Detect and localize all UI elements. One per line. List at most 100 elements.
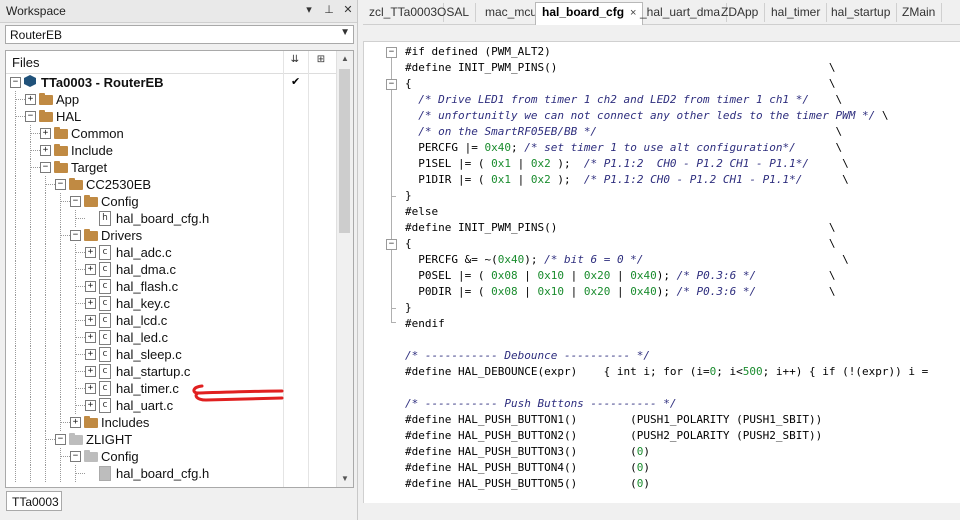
tree-item-label: hal_timer.c (116, 381, 179, 396)
tree-connector (60, 456, 70, 457)
collapse-icon[interactable]: − (70, 196, 81, 207)
tab-zdapp[interactable]: ZDApp (715, 3, 766, 22)
tab-hal-startup[interactable]: hal_startup (825, 3, 898, 22)
tree-connector (45, 312, 46, 329)
tab-hal-timer[interactable]: hal_timer (765, 3, 828, 22)
tree-folder-item[interactable]: − ZLIGHT (6, 431, 338, 448)
fold-toggle-icon[interactable]: − (386, 47, 397, 58)
tree-connector (75, 261, 76, 278)
expand-icon[interactable]: + (85, 366, 96, 377)
tree-connector (60, 465, 61, 482)
tree-folder-item[interactable]: + App (6, 91, 338, 108)
tree-connector (30, 414, 31, 431)
tree-file-item[interactable]: + c hal_startup.c (6, 363, 338, 380)
expand-icon[interactable]: + (85, 400, 96, 411)
tree-folder-item[interactable]: − Config (6, 193, 338, 210)
source-file-icon: c (99, 347, 111, 362)
editor-bottom-bar (363, 503, 960, 520)
tree-connector (45, 210, 46, 227)
tree-file-item[interactable]: + c hal_sleep.c (6, 346, 338, 363)
scroll-thumb[interactable] (339, 69, 350, 233)
expand-icon[interactable]: + (85, 247, 96, 258)
file-tree[interactable]: Files ⇊ ⊞ ✔ − TTa0003 - RouterEB + App − HAL +… (5, 50, 354, 488)
tree-connector (15, 176, 16, 193)
collapse-icon[interactable]: − (55, 179, 66, 190)
tab-label: zcl_TTa0003 (369, 5, 438, 19)
tab-hal-board-cfg[interactable]: hal_board_cfg × (535, 2, 644, 25)
tree-file-item[interactable]: + c hal_flash.c (6, 278, 338, 295)
scroll-up-icon[interactable]: ▲ (337, 51, 353, 67)
tree-file-item[interactable]: + c hal_adc.c (6, 244, 338, 261)
tree-item-label: hal_led.c (116, 330, 169, 345)
tree-connector (60, 397, 61, 414)
tab-osal[interactable]: OSAL (431, 3, 477, 22)
expand-icon[interactable]: + (85, 264, 96, 275)
tree-file-item[interactable]: + c hal_dma.c (6, 261, 338, 278)
scroll-down-icon[interactable]: ▼ (337, 471, 353, 487)
expand-icon[interactable]: + (85, 383, 96, 394)
tree-file-item[interactable]: + c hal_key.c (6, 295, 338, 312)
expand-icon[interactable]: + (40, 145, 51, 156)
tree-connector (15, 244, 16, 261)
code-line: #define HAL_PUSH_BUTTON1() (PUSH1_POLARI… (405, 413, 823, 426)
expand-icon[interactable]: + (40, 128, 51, 139)
tree-connector (30, 346, 31, 363)
expand-icon[interactable]: + (85, 298, 96, 309)
pin-icon[interactable]: ⊥ (322, 3, 336, 17)
tree-connector (45, 414, 46, 431)
code-line: /* on the SmartRF05EB/BB */ \ (418, 125, 843, 138)
code-line: #define HAL_DEBOUNCE(expr) { int i; for … (405, 365, 935, 378)
tree-item-label: Includes (101, 415, 150, 430)
tree-item-label: Drivers (101, 228, 143, 243)
tree-item-label: TTa0003 - RouterEB (41, 75, 164, 90)
workspace-tab[interactable]: TTa0003 (6, 491, 62, 511)
collapse-icon[interactable]: − (25, 111, 36, 122)
panel-menu-icon[interactable]: ▾ (302, 3, 316, 17)
collapse-icon[interactable]: − (55, 434, 66, 445)
collapse-icon[interactable]: − (70, 451, 81, 462)
tree-folder-item[interactable]: − Config (6, 448, 338, 465)
expand-icon[interactable]: + (85, 315, 96, 326)
collapse-icon[interactable]: − (70, 230, 81, 241)
folder-icon (84, 229, 98, 241)
tree-connector (15, 363, 16, 380)
folder-icon (84, 450, 98, 462)
expand-icon[interactable]: + (70, 417, 81, 428)
tab-label: mac_mcu (485, 5, 538, 19)
tab-zmain[interactable]: ZMain (896, 3, 943, 22)
expand-icon[interactable]: + (25, 94, 36, 105)
tree-folder-item[interactable]: − Target (6, 159, 338, 176)
tree-connector (60, 448, 61, 465)
expand-icon[interactable]: + (85, 332, 96, 343)
fold-toggle-icon[interactable]: − (386, 79, 397, 90)
expand-icon[interactable]: + (85, 281, 96, 292)
tree-connector (15, 431, 16, 448)
tree-connector (45, 431, 46, 448)
vertical-scrollbar[interactable]: ▲ ▼ (336, 51, 353, 487)
tree-folder-item[interactable]: + Includes (6, 414, 338, 431)
tree-file-item[interactable]: + c hal_timer.c (6, 380, 338, 397)
tree-file-item[interactable]: h hal_board_cfg.h (6, 210, 338, 227)
tree-folder-item[interactable]: − HAL (6, 108, 338, 125)
fold-toggle-icon[interactable]: − (386, 239, 397, 250)
collapse-icon[interactable]: − (10, 77, 21, 88)
tree-file-item[interactable]: + c hal_lcd.c (6, 312, 338, 329)
tree-file-item[interactable]: + c hal_led.c (6, 329, 338, 346)
code-line: #define HAL_PUSH_BUTTON2() (PUSH2_POLARI… (405, 429, 823, 442)
tab-hal-uart-dma[interactable]: _hal_uart_dma (634, 3, 728, 22)
close-icon[interactable]: ✕ (341, 3, 355, 17)
tree-item-label: hal_uart.c (116, 398, 174, 413)
tree-folder-item[interactable]: − CC2530EB (6, 176, 338, 193)
collapse-icon[interactable]: − (40, 162, 51, 173)
code-line: /* unfortunitly we can not connect any o… (418, 109, 889, 122)
tree-folder-item[interactable]: + Common (6, 125, 338, 142)
tree-file-item[interactable]: hal_board_cfg.h (6, 465, 338, 482)
tree-folder-item[interactable]: − Drivers (6, 227, 338, 244)
tree-file-item[interactable]: + c hal_uart.c (6, 397, 338, 414)
tree-folder-item[interactable]: − TTa0003 - RouterEB (6, 74, 338, 91)
expand-icon[interactable]: + (85, 349, 96, 360)
code-editor[interactable]: − − − #if defined (PWM_ALT2) #define INIT_P… (363, 41, 960, 504)
configuration-select[interactable]: RouterEB ▼ (5, 25, 354, 44)
tree-folder-item[interactable]: + Include (6, 142, 338, 159)
tab-label: hal_startup (831, 5, 891, 19)
